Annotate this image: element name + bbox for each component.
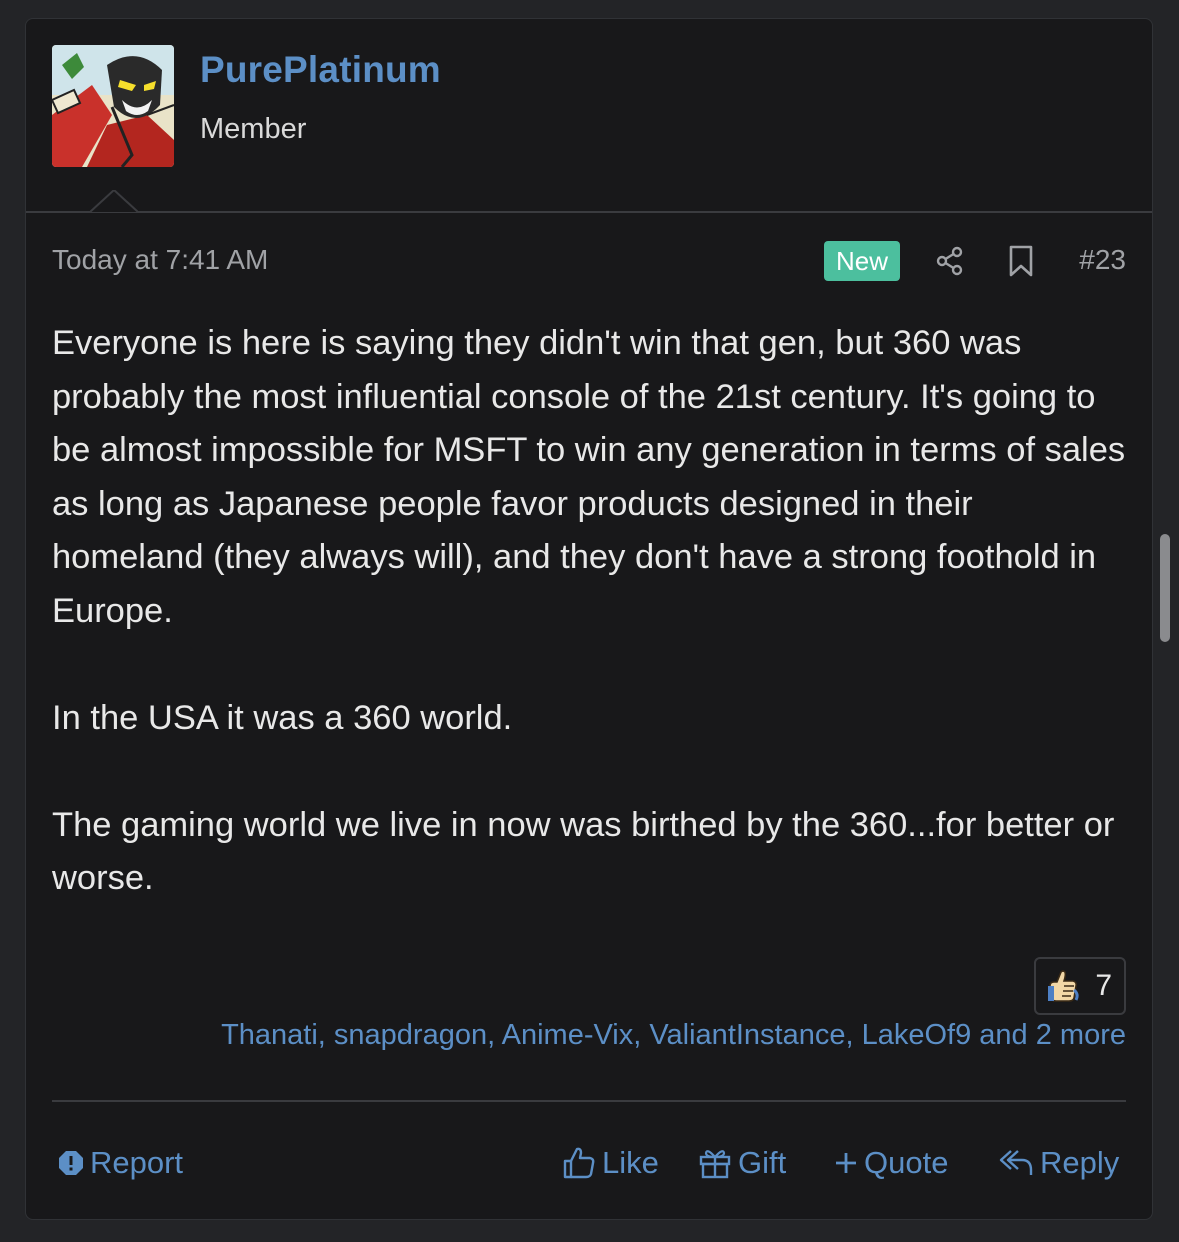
user-title: Member [200,113,307,145]
like-button[interactable]: Like [562,1143,659,1183]
footer-divider [52,1100,1126,1102]
reaction-count: 7 [1095,969,1112,1002]
quote-button[interactable]: Quote [834,1143,948,1183]
share-icon [936,246,963,276]
bookmark-icon [1009,245,1033,277]
message-paragraph: Everyone is here is saying they didn't w… [52,324,1126,630]
reply-icon [999,1150,1033,1175]
plus-icon [836,1153,856,1173]
alert-icon [59,1151,83,1175]
like-label: Like [602,1145,659,1180]
report-button[interactable]: Report [58,1143,183,1183]
post-message: Everyone is here is saying they didn't w… [52,317,1128,959]
thumbs-up-icon [1048,970,1079,1002]
header-divider [26,211,1152,213]
page-scrollbar[interactable] [1160,534,1170,642]
reply-label: Reply [1040,1145,1120,1180]
reaction-users-list[interactable]: Thanati, snapdragon, Anime-Vix, ValiantI… [221,1019,1126,1052]
gift-button[interactable]: Gift [698,1143,786,1183]
quote-label: Quote [864,1145,949,1180]
message-paragraph: In the USA it was a 360 world. [52,698,513,737]
thumbs-up-outline-icon [563,1147,595,1179]
message-paragraph: The gaming world we live in now was birt… [52,805,1115,898]
gift-icon [699,1150,731,1179]
post-timestamp[interactable]: Today at 7:41 AM [52,244,268,276]
avatar[interactable] [52,45,174,167]
comic-hero-avatar-icon [52,45,174,167]
reply-button[interactable]: Reply [998,1143,1119,1183]
post-number-link[interactable]: #23 [1079,244,1126,276]
report-label: Report [90,1145,184,1180]
username[interactable]: PurePlatinum [200,49,441,91]
new-badge: New [824,241,900,281]
gift-label: Gift [738,1145,787,1180]
share-button[interactable] [930,241,970,281]
bookmark-button[interactable] [1001,241,1041,281]
forum-post: PurePlatinum Member Today at 7:41 AM New… [25,18,1153,1220]
reaction-summary[interactable]: 7 [1034,957,1126,1015]
header-notch [90,190,138,213]
